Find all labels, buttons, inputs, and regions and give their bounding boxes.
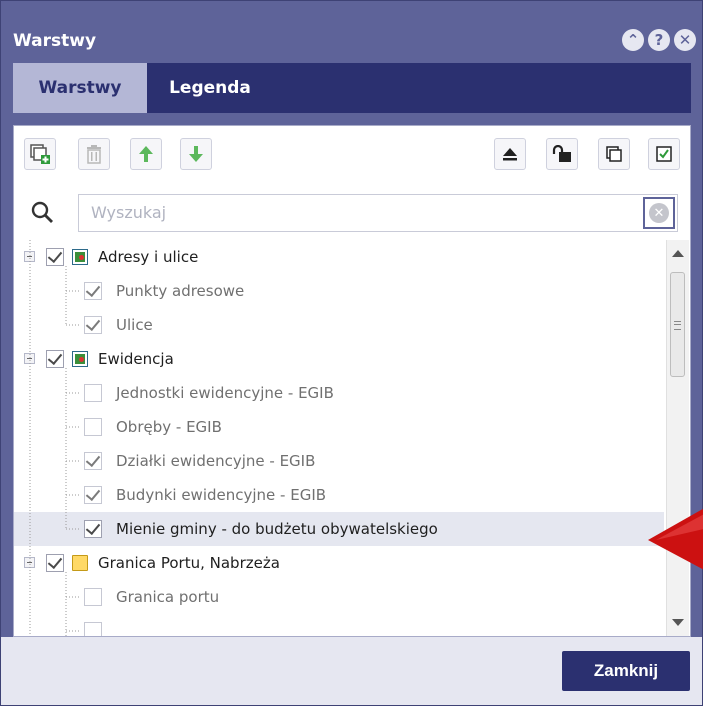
grip-icon: [674, 321, 681, 330]
window-title: Warstwy: [13, 31, 97, 51]
add-layer-button[interactable]: [24, 138, 56, 170]
layer-label[interactable]: Punkty adresowe: [116, 282, 244, 300]
layer-label[interactable]: Budynki ewidencyjne - EGIB: [116, 486, 326, 504]
move-up-button[interactable]: [130, 138, 162, 170]
layers-content: ✕ Adresy i ulice Punkty adresowe Ulice: [13, 125, 691, 637]
eject-button[interactable]: [494, 138, 526, 170]
copy-icon: [606, 146, 622, 162]
tab-warstwy[interactable]: Warstwy: [13, 63, 147, 113]
layer-label[interactable]: Jednostki ewidencyjne - EGIB: [116, 384, 334, 402]
delete-icon: [87, 145, 101, 164]
clear-search-button[interactable]: ✕: [643, 197, 675, 229]
scroll-thumb[interactable]: [670, 272, 685, 377]
close-icon[interactable]: ✕: [674, 29, 696, 51]
scroll-down-icon[interactable]: [672, 619, 684, 626]
tab-legenda[interactable]: Legenda: [147, 63, 273, 113]
layer-label[interactable]: Granica portu: [116, 588, 219, 606]
move-down-button[interactable]: [180, 138, 212, 170]
panel-footer: Zamknij: [1, 637, 702, 705]
eject-icon: [503, 148, 517, 161]
search-row: ✕: [14, 188, 690, 238]
search-icon: [31, 201, 53, 223]
layer-label[interactable]: Działki ewidencyjne - EGIB: [116, 452, 315, 470]
layers-panel: Warstwy ⌃ ? ✕ Warstwy Legenda Wyszukaj ✕…: [0, 0, 703, 706]
delete-button[interactable]: [78, 138, 110, 170]
tab-strip: Warstwy Legenda: [13, 63, 691, 113]
layer-label[interactable]: Granica Portu, Nabrzeża: [98, 554, 280, 572]
move-up-icon: [139, 146, 153, 162]
annotation-arrow-icon: [648, 508, 703, 570]
layer-tree: Adresy i ulice Punkty adresowe Ulice Ewi…: [14, 240, 664, 636]
move-down-icon: [189, 146, 203, 162]
copy-button[interactable]: [598, 138, 630, 170]
layer-label[interactable]: Obręby - EGIB: [116, 418, 222, 436]
title-buttons: ⌃ ? ✕: [622, 29, 696, 51]
search-input[interactable]: [79, 195, 611, 229]
clear-icon: ✕: [649, 203, 669, 223]
layer-label[interactable]: Ulice: [116, 316, 153, 334]
layers-toolbar: [14, 126, 690, 188]
unlock-icon: [552, 145, 571, 162]
collapse-icon[interactable]: ⌃: [622, 29, 644, 51]
tree-connectors: [29, 240, 80, 636]
search-field: ✕: [78, 194, 678, 232]
tree-scrollbar[interactable]: [666, 240, 689, 636]
check-all-button[interactable]: [648, 138, 680, 170]
unlock-button[interactable]: [546, 138, 578, 170]
close-button[interactable]: Zamknij: [562, 651, 690, 691]
check-all-icon: [656, 146, 672, 162]
scroll-up-icon[interactable]: [672, 250, 684, 257]
title-bar: Warstwy ⌃ ? ✕: [1, 1, 702, 63]
help-icon[interactable]: ?: [648, 29, 670, 51]
add-layer-icon: [30, 144, 50, 164]
layer-label[interactable]: Mienie gminy - do budżetu obywatelskiego: [116, 520, 438, 538]
